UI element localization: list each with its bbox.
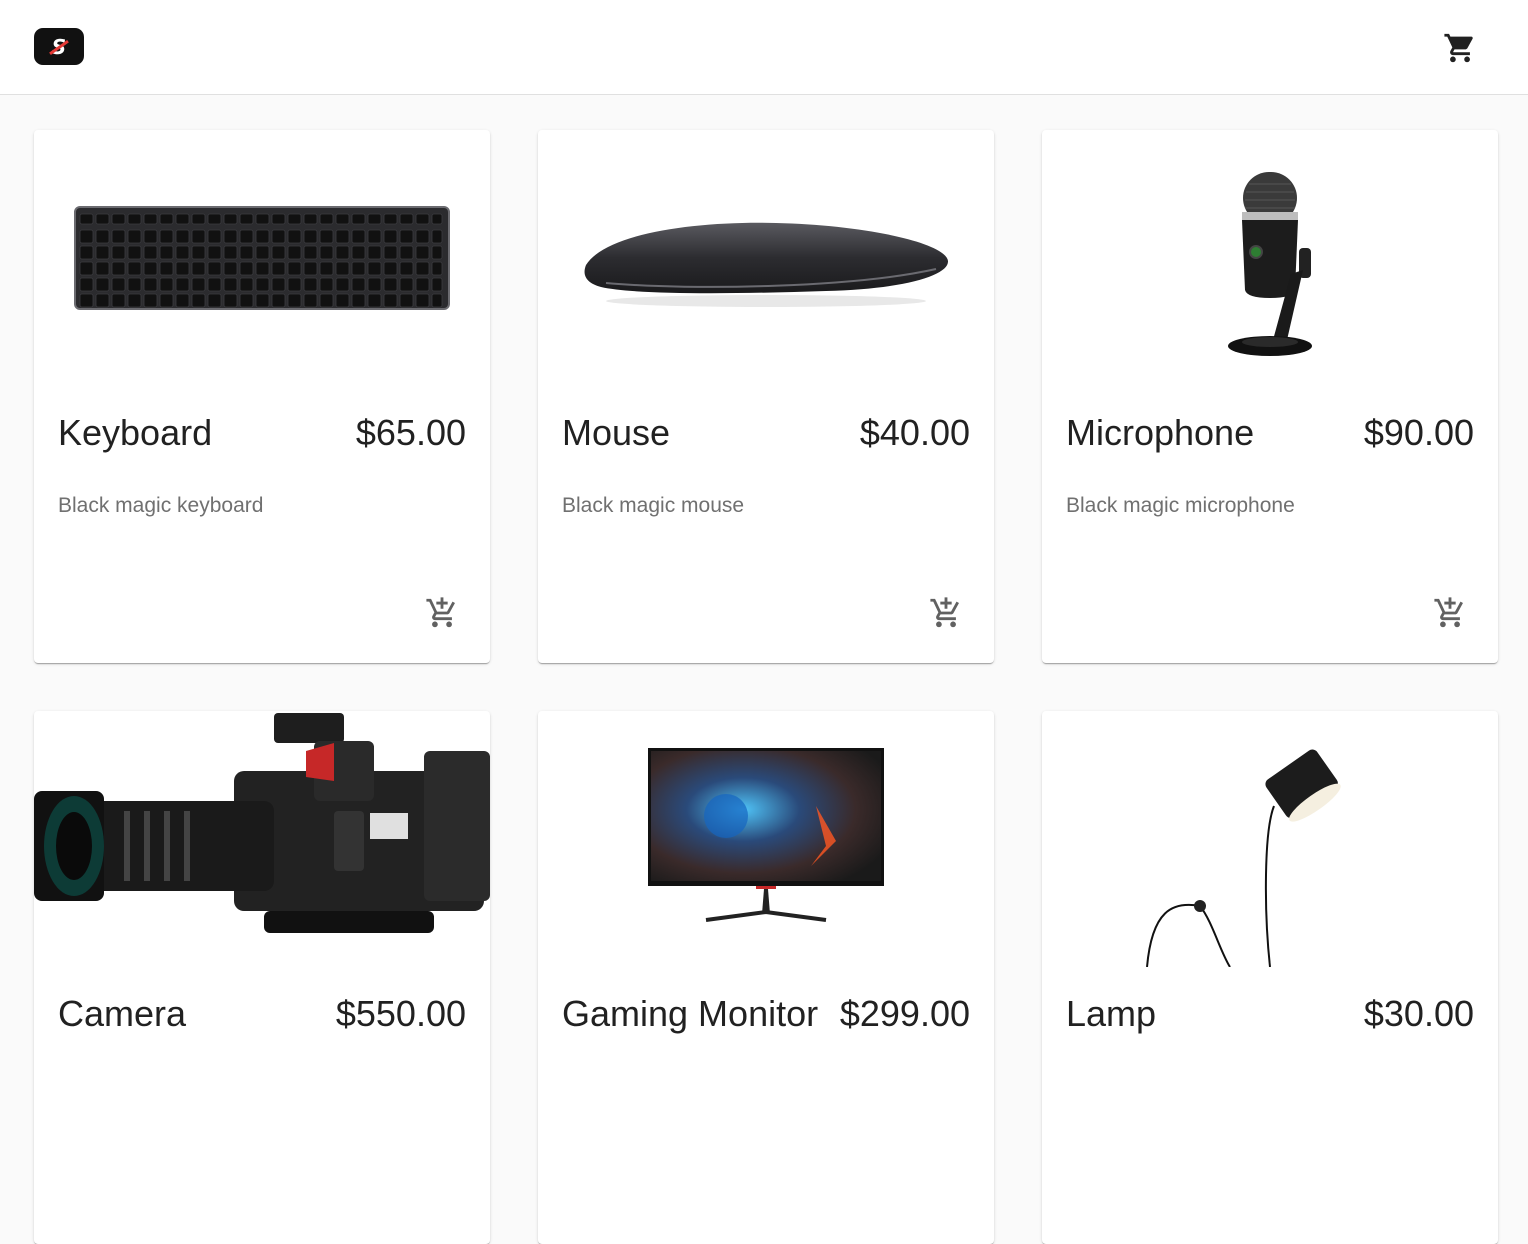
product-name: Camera — [58, 993, 187, 1034]
product-title-row: Mouse $40.00 — [562, 412, 970, 454]
product-card: Keyboard $65.00 Black magic keyboard — [34, 130, 490, 663]
microphone-image — [1042, 130, 1498, 386]
logo-mark: S — [48, 35, 69, 59]
product-card: Mouse $40.00 Black magic mouse — [538, 130, 994, 663]
add-to-cart-button[interactable] — [926, 593, 966, 633]
product-price: $40.00 — [859, 412, 970, 453]
monitor-image — [538, 711, 994, 967]
product-card: Microphone $90.00 Black magic microphone — [1042, 130, 1498, 663]
mouse-image — [538, 130, 994, 386]
lamp-image — [1042, 711, 1498, 967]
product-name: Keyboard — [58, 412, 213, 453]
camera-image — [34, 711, 490, 967]
product-card: Lamp $30.00 — [1042, 711, 1498, 1244]
product-title-row: Gaming Monitor $299.00 — [562, 993, 970, 1035]
product-price: $65.00 — [355, 412, 466, 453]
product-description: Black magic keyboard — [58, 494, 264, 517]
add-shopping-cart-icon — [426, 597, 455, 628]
product-card: Camera $550.00 — [34, 711, 490, 1244]
shopping-cart-icon — [1444, 33, 1473, 63]
product-card: Gaming Monitor $299.00 — [538, 711, 994, 1244]
product-description: Black magic microphone — [1066, 494, 1295, 517]
product-title-row: Lamp $30.00 — [1066, 993, 1474, 1035]
product-title-row: Microphone $90.00 — [1066, 412, 1474, 454]
product-grid: Keyboard $65.00 Black magic keyboard Mou… — [34, 130, 1498, 1244]
product-title-row: Camera $550.00 — [58, 993, 466, 1035]
product-name: Microphone — [1066, 412, 1255, 453]
product-name: Gaming Monitor — [562, 993, 819, 1034]
add-to-cart-button[interactable] — [1430, 593, 1470, 633]
product-price: $90.00 — [1363, 412, 1474, 453]
add-shopping-cart-icon — [1434, 597, 1463, 628]
add-shopping-cart-icon — [930, 597, 959, 628]
keyboard-image — [34, 130, 490, 386]
product-price: $30.00 — [1363, 993, 1474, 1034]
app-bar: S — [0, 0, 1528, 95]
product-title-row: Keyboard $65.00 — [58, 412, 466, 454]
cart-button[interactable] — [1440, 28, 1480, 68]
product-name: Lamp — [1066, 993, 1157, 1034]
product-price: $299.00 — [839, 993, 970, 1034]
brand-logo[interactable]: S — [34, 28, 84, 65]
product-name: Mouse — [562, 412, 671, 453]
product-price: $550.00 — [335, 993, 466, 1034]
product-description: Black magic mouse — [562, 494, 745, 517]
add-to-cart-button[interactable] — [422, 593, 462, 633]
